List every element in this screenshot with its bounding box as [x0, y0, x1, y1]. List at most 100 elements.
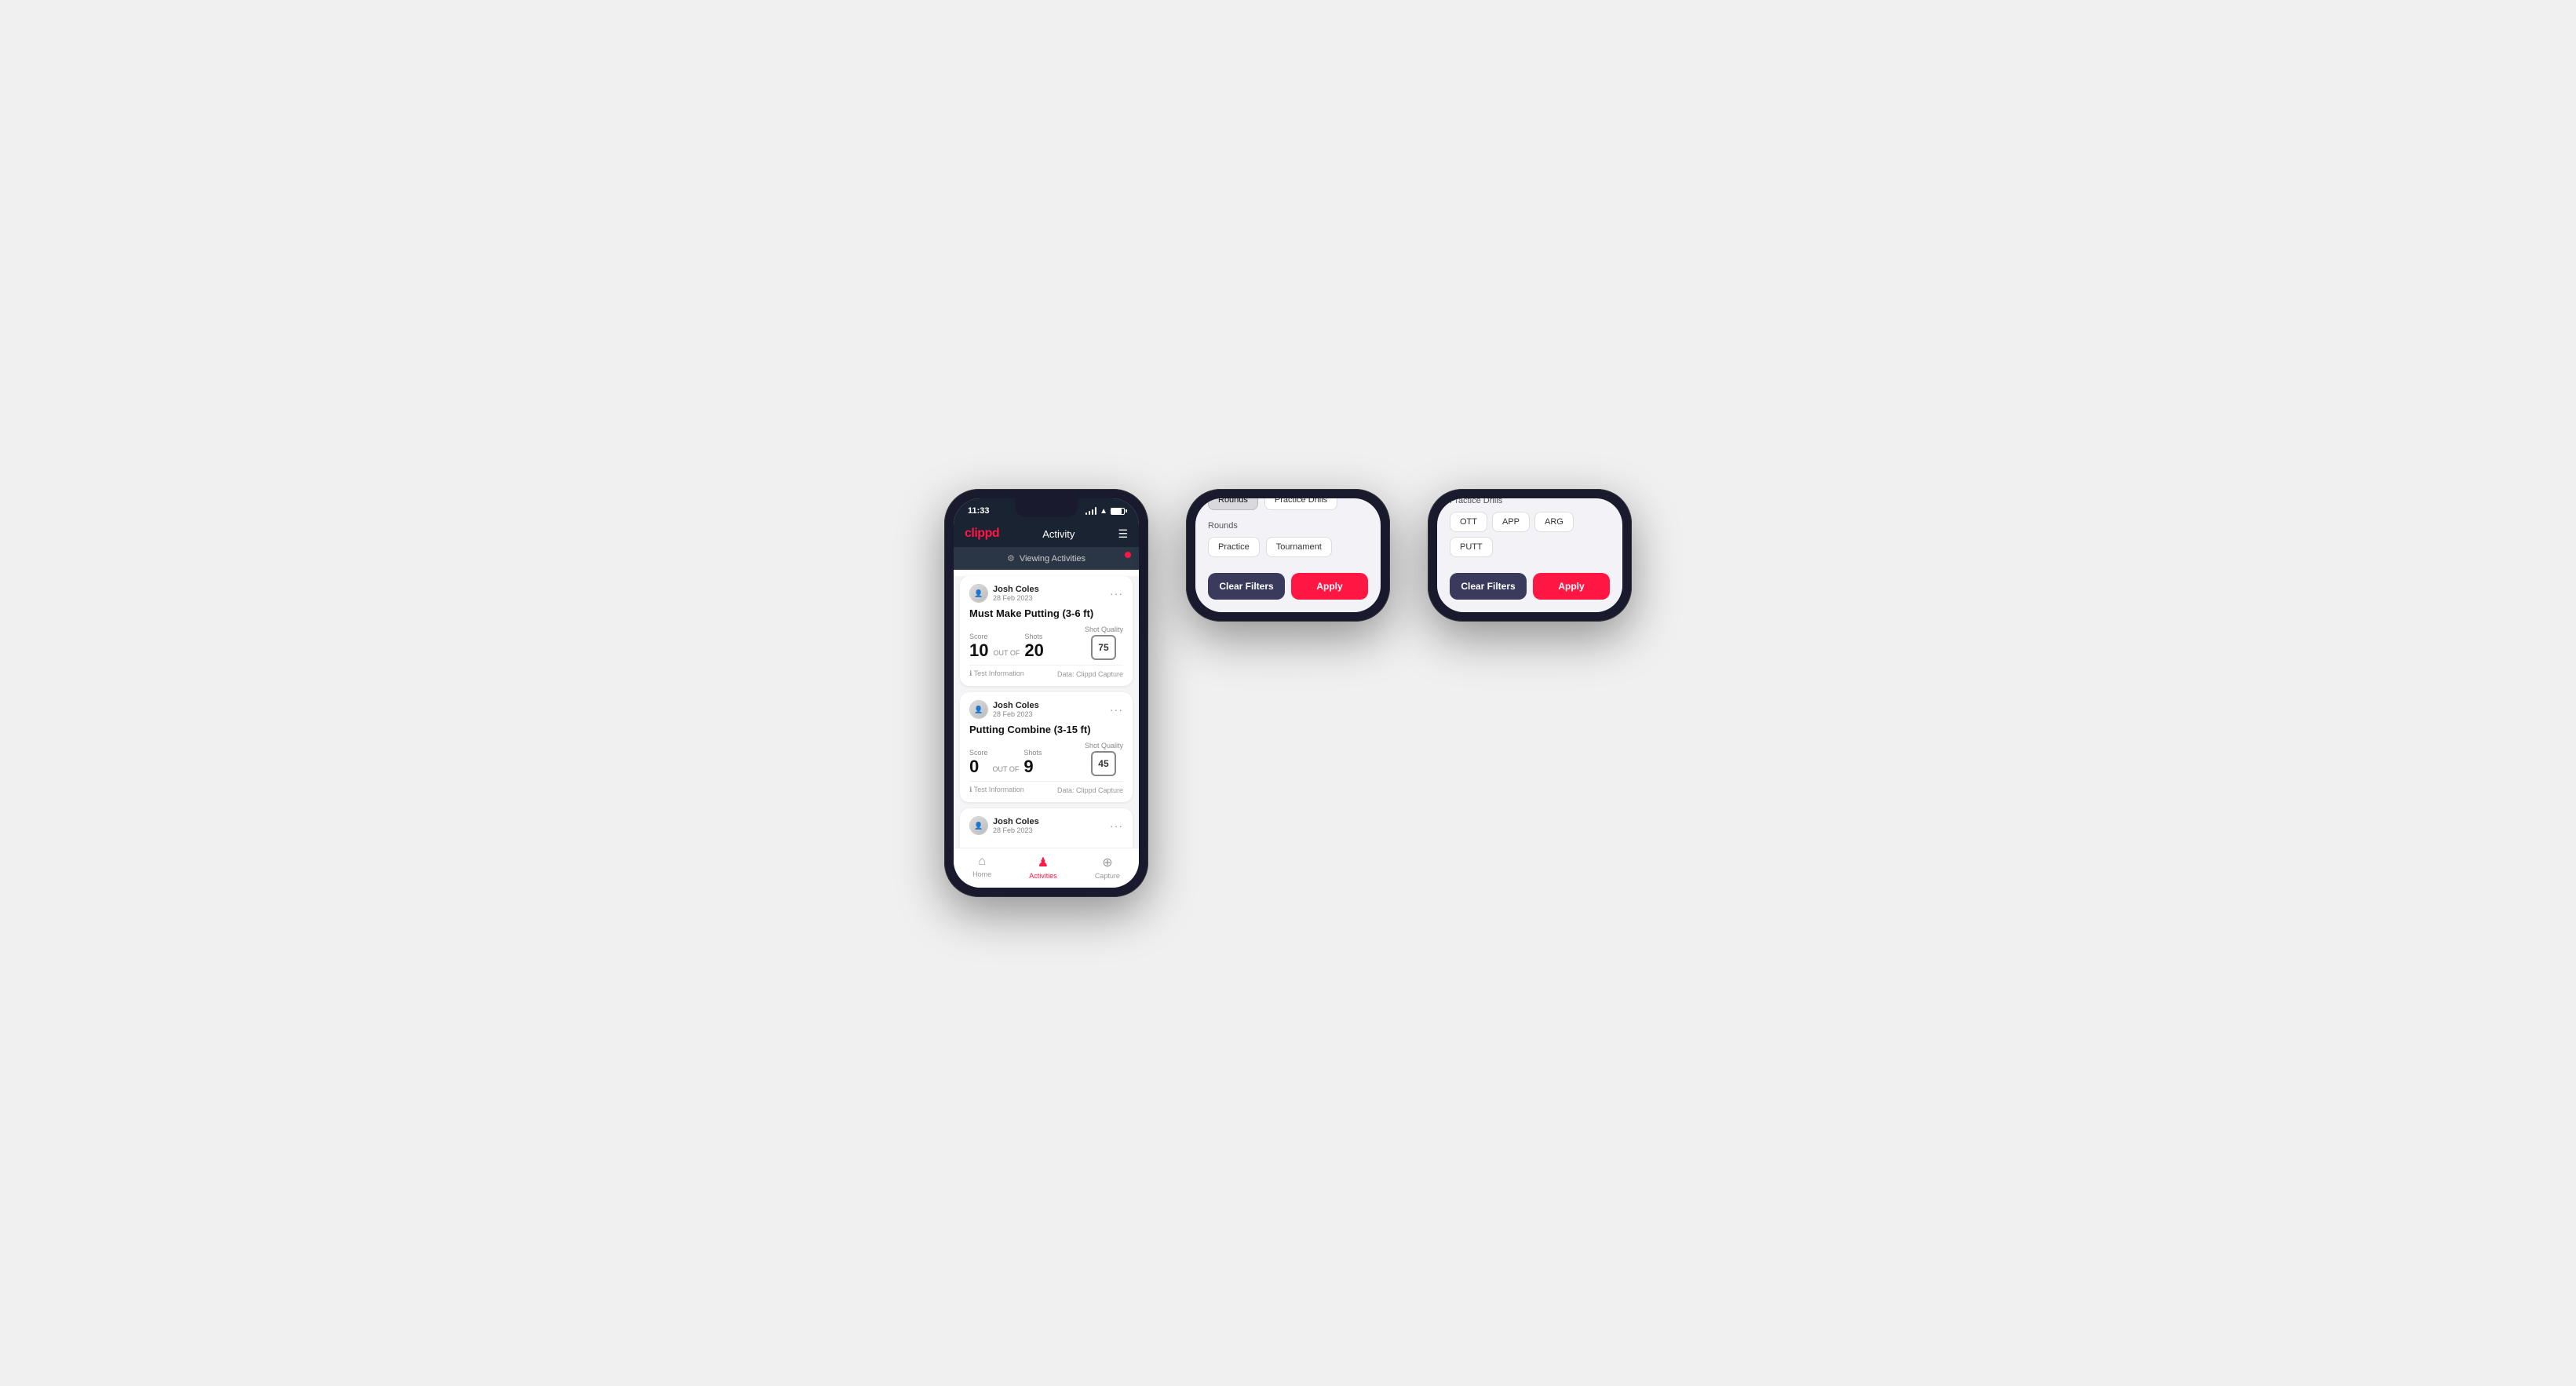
apply-btn-3[interactable]: Apply	[1533, 573, 1610, 600]
stats-row-2: Score 0 OUT OF Shots 9 Shot Quality	[969, 742, 1123, 776]
card-title-2: Putting Combine (3-15 ft)	[969, 724, 1123, 735]
rounds-btn-2[interactable]: Rounds	[1208, 498, 1258, 510]
signal-icon-1	[1085, 507, 1097, 515]
practice-round-btn-2[interactable]: Practice	[1208, 537, 1260, 557]
clear-filters-btn-2[interactable]: Clear Filters	[1208, 573, 1285, 600]
home-label-1: Home	[972, 870, 991, 878]
nav-capture-1[interactable]: ⊕ Capture	[1095, 855, 1120, 880]
phone-1: 11:33 ▲ clippd Activity	[944, 489, 1148, 897]
phone-2: 11:33 ▲ clippd Activity	[1186, 489, 1390, 622]
tournament-btn-2[interactable]: Tournament	[1266, 537, 1332, 557]
activity-card-3: 👤 Josh Coles 28 Feb 2023 ···	[960, 808, 1133, 848]
status-icons-1: ▲	[1085, 507, 1125, 516]
phone-3-screen: 11:33 ▲ clippd Activity	[1437, 498, 1622, 612]
app-btn-3[interactable]: APP	[1492, 512, 1530, 532]
card-footer-1: ℹ Test Information Data: Clippd Capture	[969, 665, 1123, 678]
wifi-icon-1: ▲	[1100, 507, 1107, 516]
apply-btn-2[interactable]: Apply	[1291, 573, 1368, 600]
shots-label-2: Shots	[1023, 749, 1042, 757]
sq-label-1: Shot Quality	[1085, 626, 1123, 633]
user-name-2: Josh Coles	[993, 701, 1039, 710]
user-name-3: Josh Coles	[993, 817, 1039, 826]
arg-btn-3[interactable]: ARG	[1534, 512, 1574, 532]
score-value-2: 0	[969, 757, 979, 776]
viewing-bar-text-1: Viewing Activities	[1020, 554, 1085, 564]
phone-2-screen: 11:33 ▲ clippd Activity	[1195, 498, 1381, 612]
activities-icon-1: ♟	[1038, 855, 1049, 870]
footer-right-2: Data: Clippd Capture	[1057, 786, 1123, 794]
score-label-1: Score	[969, 633, 988, 640]
user-name-1: Josh Coles	[993, 585, 1039, 594]
card-header-1: 👤 Josh Coles 28 Feb 2023 ···	[969, 584, 1123, 603]
putt-btn-3[interactable]: PUTT	[1450, 537, 1493, 557]
filter-dot-1	[1125, 552, 1131, 558]
practice-drills-btn-2[interactable]: Practice Drills	[1264, 498, 1337, 510]
activity-card-2: 👤 Josh Coles 28 Feb 2023 ··· Putting Com…	[960, 692, 1133, 802]
filter-modal-3: Filter ✕ Show Rounds Practice Drills Pra…	[1437, 498, 1622, 612]
footer-left-1: ℹ Test Information	[969, 669, 1024, 678]
viewing-bar-1[interactable]: ⚙ Viewing Activities	[954, 547, 1139, 570]
card-footer-2: ℹ Test Information Data: Clippd Capture	[969, 781, 1123, 794]
user-info-3: 👤 Josh Coles 28 Feb 2023	[969, 816, 1039, 835]
battery-fill-1	[1111, 509, 1122, 514]
rounds-buttons-2: Practice Tournament	[1208, 537, 1368, 557]
activity-card-1: 👤 Josh Coles 28 Feb 2023 ··· Must Make P…	[960, 576, 1133, 686]
drills-buttons-3: OTT APP ARG PUTT	[1450, 512, 1610, 557]
nav-home-1[interactable]: ⌂ Home	[972, 855, 991, 880]
footer-left-2: ℹ Test Information	[969, 786, 1024, 794]
practice-drills-section-label-3: Practice Drills	[1450, 498, 1610, 505]
score-value-1: 10	[969, 640, 988, 660]
activities-label-1: Activities	[1029, 872, 1057, 880]
filter-modal-2: Filter ✕ Show Rounds Practice Drills Rou…	[1195, 498, 1381, 612]
user-date-3: 28 Feb 2023	[993, 826, 1039, 834]
show-buttons-2: Rounds Practice Drills	[1208, 498, 1368, 510]
stats-row-1: Score 10 OUT OF Shots 20 Shot Quality	[969, 626, 1123, 660]
nav-activities-1[interactable]: ♟ Activities	[1029, 855, 1057, 880]
sq-badge-1: 75	[1091, 635, 1116, 660]
sq-label-2: Shot Quality	[1085, 742, 1123, 750]
modal-actions-2: Clear Filters Apply	[1208, 573, 1368, 600]
filter-overlay-3: Filter ✕ Show Rounds Practice Drills Pra…	[1437, 498, 1622, 612]
out-of-1: OUT OF	[993, 649, 1020, 657]
user-date-2: 28 Feb 2023	[993, 710, 1039, 718]
rounds-section-label-2: Rounds	[1208, 521, 1368, 531]
avatar-1: 👤	[969, 584, 988, 603]
user-info-2: 👤 Josh Coles 28 Feb 2023	[969, 700, 1039, 719]
shots-value-1: 20	[1024, 640, 1043, 660]
filter-overlay-2: Filter ✕ Show Rounds Practice Drills Rou…	[1195, 498, 1381, 612]
notch-1	[1015, 498, 1078, 517]
ott-btn-3[interactable]: OTT	[1450, 512, 1487, 532]
phones-container: 11:33 ▲ clippd Activity	[944, 489, 1632, 897]
header-title-1: Activity	[1042, 528, 1075, 540]
user-date-1: 28 Feb 2023	[993, 594, 1039, 602]
card-header-2: 👤 Josh Coles 28 Feb 2023 ···	[969, 700, 1123, 719]
shots-label-1: Shots	[1024, 633, 1043, 640]
phone-1-screen: 11:33 ▲ clippd Activity	[954, 498, 1139, 888]
more-dots-3[interactable]: ···	[1110, 819, 1123, 832]
more-dots-2[interactable]: ···	[1110, 703, 1123, 716]
home-icon-1: ⌂	[978, 855, 986, 869]
shots-value-2: 9	[1023, 757, 1033, 776]
app-header-1: clippd Activity ☰	[954, 520, 1139, 547]
activity-feed-1: 👤 Josh Coles 28 Feb 2023 ··· Must Make P…	[954, 576, 1139, 848]
score-label-2: Score	[969, 749, 988, 757]
time-1: 11:33	[968, 506, 990, 516]
avatar-3: 👤	[969, 816, 988, 835]
more-dots-1[interactable]: ···	[1110, 587, 1123, 600]
card-header-3: 👤 Josh Coles 28 Feb 2023 ···	[969, 816, 1123, 835]
hamburger-icon-1[interactable]: ☰	[1118, 527, 1128, 541]
battery-icon-1	[1111, 508, 1125, 515]
sq-badge-2: 45	[1091, 751, 1116, 776]
bottom-nav-1: ⌂ Home ♟ Activities ⊕ Capture	[954, 848, 1139, 888]
logo-1: clippd	[965, 527, 999, 541]
out-of-2: OUT OF	[993, 765, 1020, 773]
capture-label-1: Capture	[1095, 872, 1120, 880]
phone-3: 11:33 ▲ clippd Activity	[1428, 489, 1632, 622]
card-title-1: Must Make Putting (3-6 ft)	[969, 607, 1123, 619]
avatar-2: 👤	[969, 700, 988, 719]
footer-right-1: Data: Clippd Capture	[1057, 670, 1123, 678]
user-info-1: 👤 Josh Coles 28 Feb 2023	[969, 584, 1039, 603]
capture-icon-1: ⊕	[1102, 855, 1112, 870]
modal-actions-3: Clear Filters Apply	[1450, 573, 1610, 600]
clear-filters-btn-3[interactable]: Clear Filters	[1450, 573, 1527, 600]
